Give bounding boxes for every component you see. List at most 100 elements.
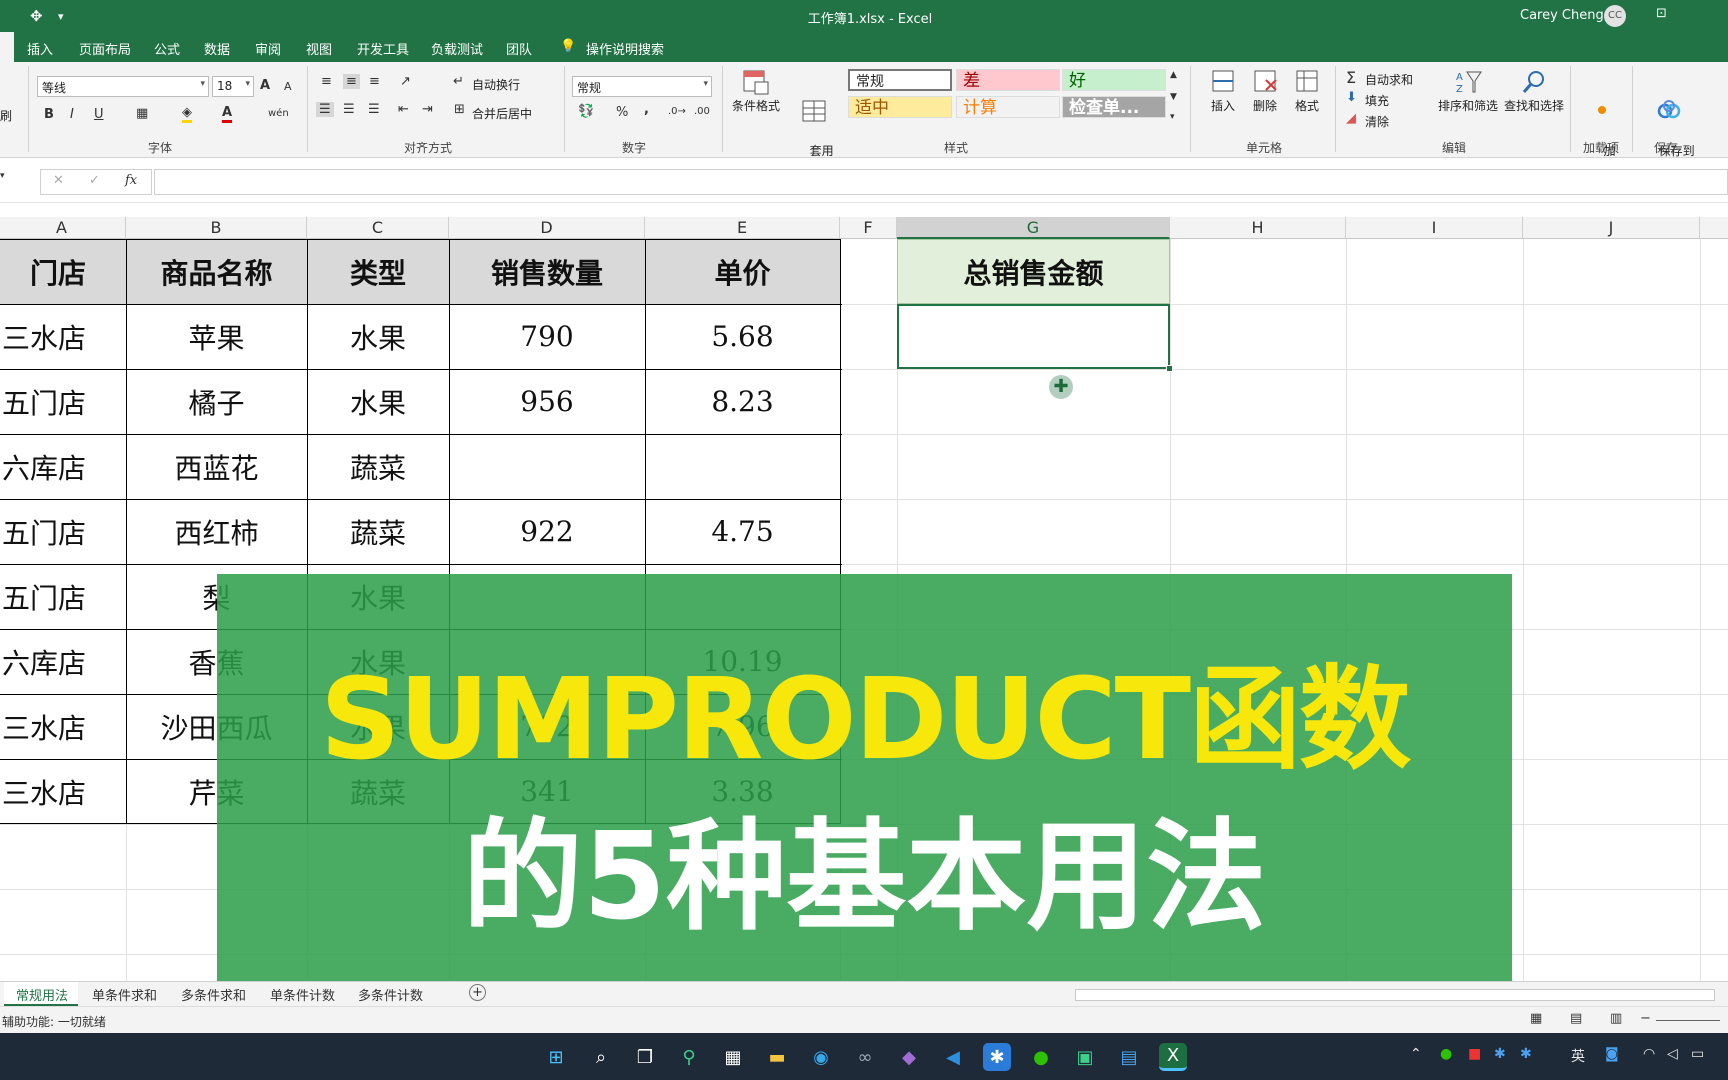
align-right-icon[interactable]: ☰: [368, 102, 380, 117]
shrink-font-icon[interactable]: A: [284, 80, 292, 93]
align-left-icon[interactable]: ☰: [316, 102, 334, 117]
tab-review[interactable]: 审阅: [255, 39, 281, 58]
grow-font-icon[interactable]: A: [260, 78, 270, 93]
vscode-icon[interactable]: ◀: [939, 1043, 967, 1071]
tab-load-test[interactable]: 负载测试: [431, 39, 483, 58]
excel-icon[interactable]: X: [1159, 1043, 1187, 1071]
table-cell[interactable]: 五门店: [0, 499, 126, 564]
align-center-icon[interactable]: ☰: [343, 102, 355, 117]
link-app-icon[interactable]: ∞: [851, 1043, 879, 1071]
table-cell[interactable]: 六库店: [0, 434, 126, 499]
enter-icon[interactable]: ✓: [89, 173, 100, 188]
cell-style-3[interactable]: 适中: [848, 96, 952, 118]
border-icon[interactable]: ▦: [136, 106, 148, 121]
ime-indicator[interactable]: 英: [1571, 1046, 1585, 1066]
cell-style-5[interactable]: 检查单...: [1062, 96, 1166, 118]
insert-cells-button[interactable]: 插入: [1204, 68, 1242, 114]
volume-icon[interactable]: ◁: [1667, 1046, 1678, 1062]
sheet-tab-single-sum[interactable]: 单条件求和: [92, 985, 157, 1004]
tray-app-icon[interactable]: ■: [1468, 1046, 1481, 1062]
table-cell[interactable]: 苹果: [126, 304, 307, 369]
cancel-icon[interactable]: ✕: [53, 173, 64, 188]
battery-icon[interactable]: ▭: [1691, 1046, 1704, 1062]
table-cell[interactable]: 三水店: [0, 694, 126, 759]
table-cell[interactable]: 水果: [307, 369, 449, 434]
table-cell[interactable]: 5.68: [645, 304, 840, 369]
table-cell[interactable]: 790: [449, 304, 645, 369]
table-cell[interactable]: 西红柿: [126, 499, 307, 564]
italic-button[interactable]: I: [70, 107, 74, 122]
pinned-app-icon[interactable]: ✱: [983, 1043, 1011, 1071]
start-icon[interactable]: ⊞: [542, 1043, 570, 1071]
table-header-cell[interactable]: 销售数量: [449, 239, 645, 304]
tab-developer[interactable]: 开发工具: [357, 39, 409, 58]
format-cells-button[interactable]: 格式: [1288, 68, 1326, 114]
percent-button[interactable]: %: [616, 105, 628, 120]
selected-cell[interactable]: [897, 304, 1170, 369]
add-sheet-button[interactable]: +: [469, 984, 486, 1001]
underline-button[interactable]: U: [94, 107, 104, 122]
sheet-tab-multi-count[interactable]: 多条件计数: [358, 985, 423, 1004]
worksheet-grid[interactable]: 门店 商品名称 类型 销售数量 单价 三水店 苹果 水果 790 5.68 五门店 橘子 水果 956 8.…: [0, 239, 1728, 981]
fill-handle[interactable]: [1166, 365, 1173, 372]
table-cell[interactable]: 蔬菜: [307, 434, 449, 499]
format-painter-label[interactable]: 刷: [0, 107, 12, 124]
calculator-icon[interactable]: ▦: [719, 1043, 747, 1071]
column-header-e[interactable]: E: [645, 217, 840, 239]
orientation-icon[interactable]: ↗: [400, 74, 411, 89]
visual-studio-icon[interactable]: ◆: [895, 1043, 923, 1071]
tray-wechat-icon[interactable]: ●: [1440, 1046, 1452, 1062]
fill-button[interactable]: 填充: [1365, 92, 1389, 109]
table-cell[interactable]: 西蓝花: [126, 434, 307, 499]
sheet-tab-multi-sum[interactable]: 多条件求和: [181, 985, 246, 1004]
align-middle-icon[interactable]: ≡: [343, 74, 360, 89]
cell-style-0[interactable]: 常规: [848, 69, 952, 91]
table-cell[interactable]: 8.23: [645, 369, 840, 434]
task-view-icon[interactable]: ❐: [631, 1043, 659, 1071]
number-format-select[interactable]: 常规: [572, 76, 712, 97]
comma-button[interactable]: ,: [644, 102, 649, 117]
wifi-icon[interactable]: ◠: [1643, 1046, 1655, 1062]
column-header-a[interactable]: A: [0, 217, 126, 239]
tray-app2-icon[interactable]: ✱: [1494, 1046, 1506, 1062]
zoom-slider[interactable]: [1656, 1020, 1720, 1021]
total-sales-header[interactable]: 总销售金额: [897, 239, 1170, 304]
tab-team[interactable]: 团队: [506, 39, 532, 58]
font-name-select[interactable]: 等线: [37, 76, 209, 97]
table-cell[interactable]: 三水店: [0, 759, 126, 824]
zoom-out-icon[interactable]: −: [1640, 1011, 1651, 1026]
page-break-view-icon[interactable]: ▥: [1610, 1011, 1622, 1026]
table-cell[interactable]: 橘子: [126, 369, 307, 434]
table-cell[interactable]: [645, 434, 840, 499]
table-header-cell[interactable]: 类型: [307, 239, 449, 304]
avatar[interactable]: CC: [1604, 5, 1626, 27]
accounting-format-icon[interactable]: 💱: [578, 104, 594, 119]
delete-cells-button[interactable]: 删除: [1246, 68, 1284, 114]
merge-center-button[interactable]: 合并后居中: [472, 105, 532, 122]
touch-mode-icon[interactable]: ✥: [30, 7, 43, 25]
notepad-icon[interactable]: ▤: [1115, 1043, 1143, 1071]
sheet-tab-normal[interactable]: 常规用法: [16, 985, 68, 1004]
table-cell[interactable]: 922: [449, 499, 645, 564]
column-header-g[interactable]: G: [897, 217, 1170, 239]
table-header-cell[interactable]: 商品名称: [126, 239, 307, 304]
sort-filter-button[interactable]: AZ 排序和筛选: [1436, 68, 1500, 114]
gallery-down-icon[interactable]: ▼: [1170, 92, 1177, 102]
column-header-c[interactable]: C: [307, 217, 449, 239]
cell-style-4[interactable]: 计算: [956, 96, 1060, 118]
sheet-tab-single-count[interactable]: 单条件计数: [270, 985, 335, 1004]
column-header-j[interactable]: J: [1523, 217, 1700, 239]
tab-page-layout[interactable]: 页面布局: [79, 39, 131, 58]
phonetic-guide-button[interactable]: wén: [268, 108, 289, 119]
conditional-format-button[interactable]: 条件格式: [728, 68, 784, 114]
tray-app3-icon[interactable]: ✱: [1520, 1046, 1532, 1062]
tray-overflow-icon[interactable]: ⌃: [1410, 1046, 1422, 1062]
page-layout-view-icon[interactable]: ▤: [1570, 1011, 1582, 1026]
decrease-decimal-icon[interactable]: .00: [694, 106, 710, 117]
column-header-i[interactable]: I: [1346, 217, 1523, 239]
align-top-icon[interactable]: ≡: [321, 74, 332, 89]
find-select-button[interactable]: 查找和选择: [1502, 68, 1566, 114]
font-color-button[interactable]: A: [222, 105, 233, 123]
decrease-indent-icon[interactable]: ⇤: [398, 102, 409, 117]
name-box-dropdown-icon[interactable]: ▾: [0, 171, 5, 181]
